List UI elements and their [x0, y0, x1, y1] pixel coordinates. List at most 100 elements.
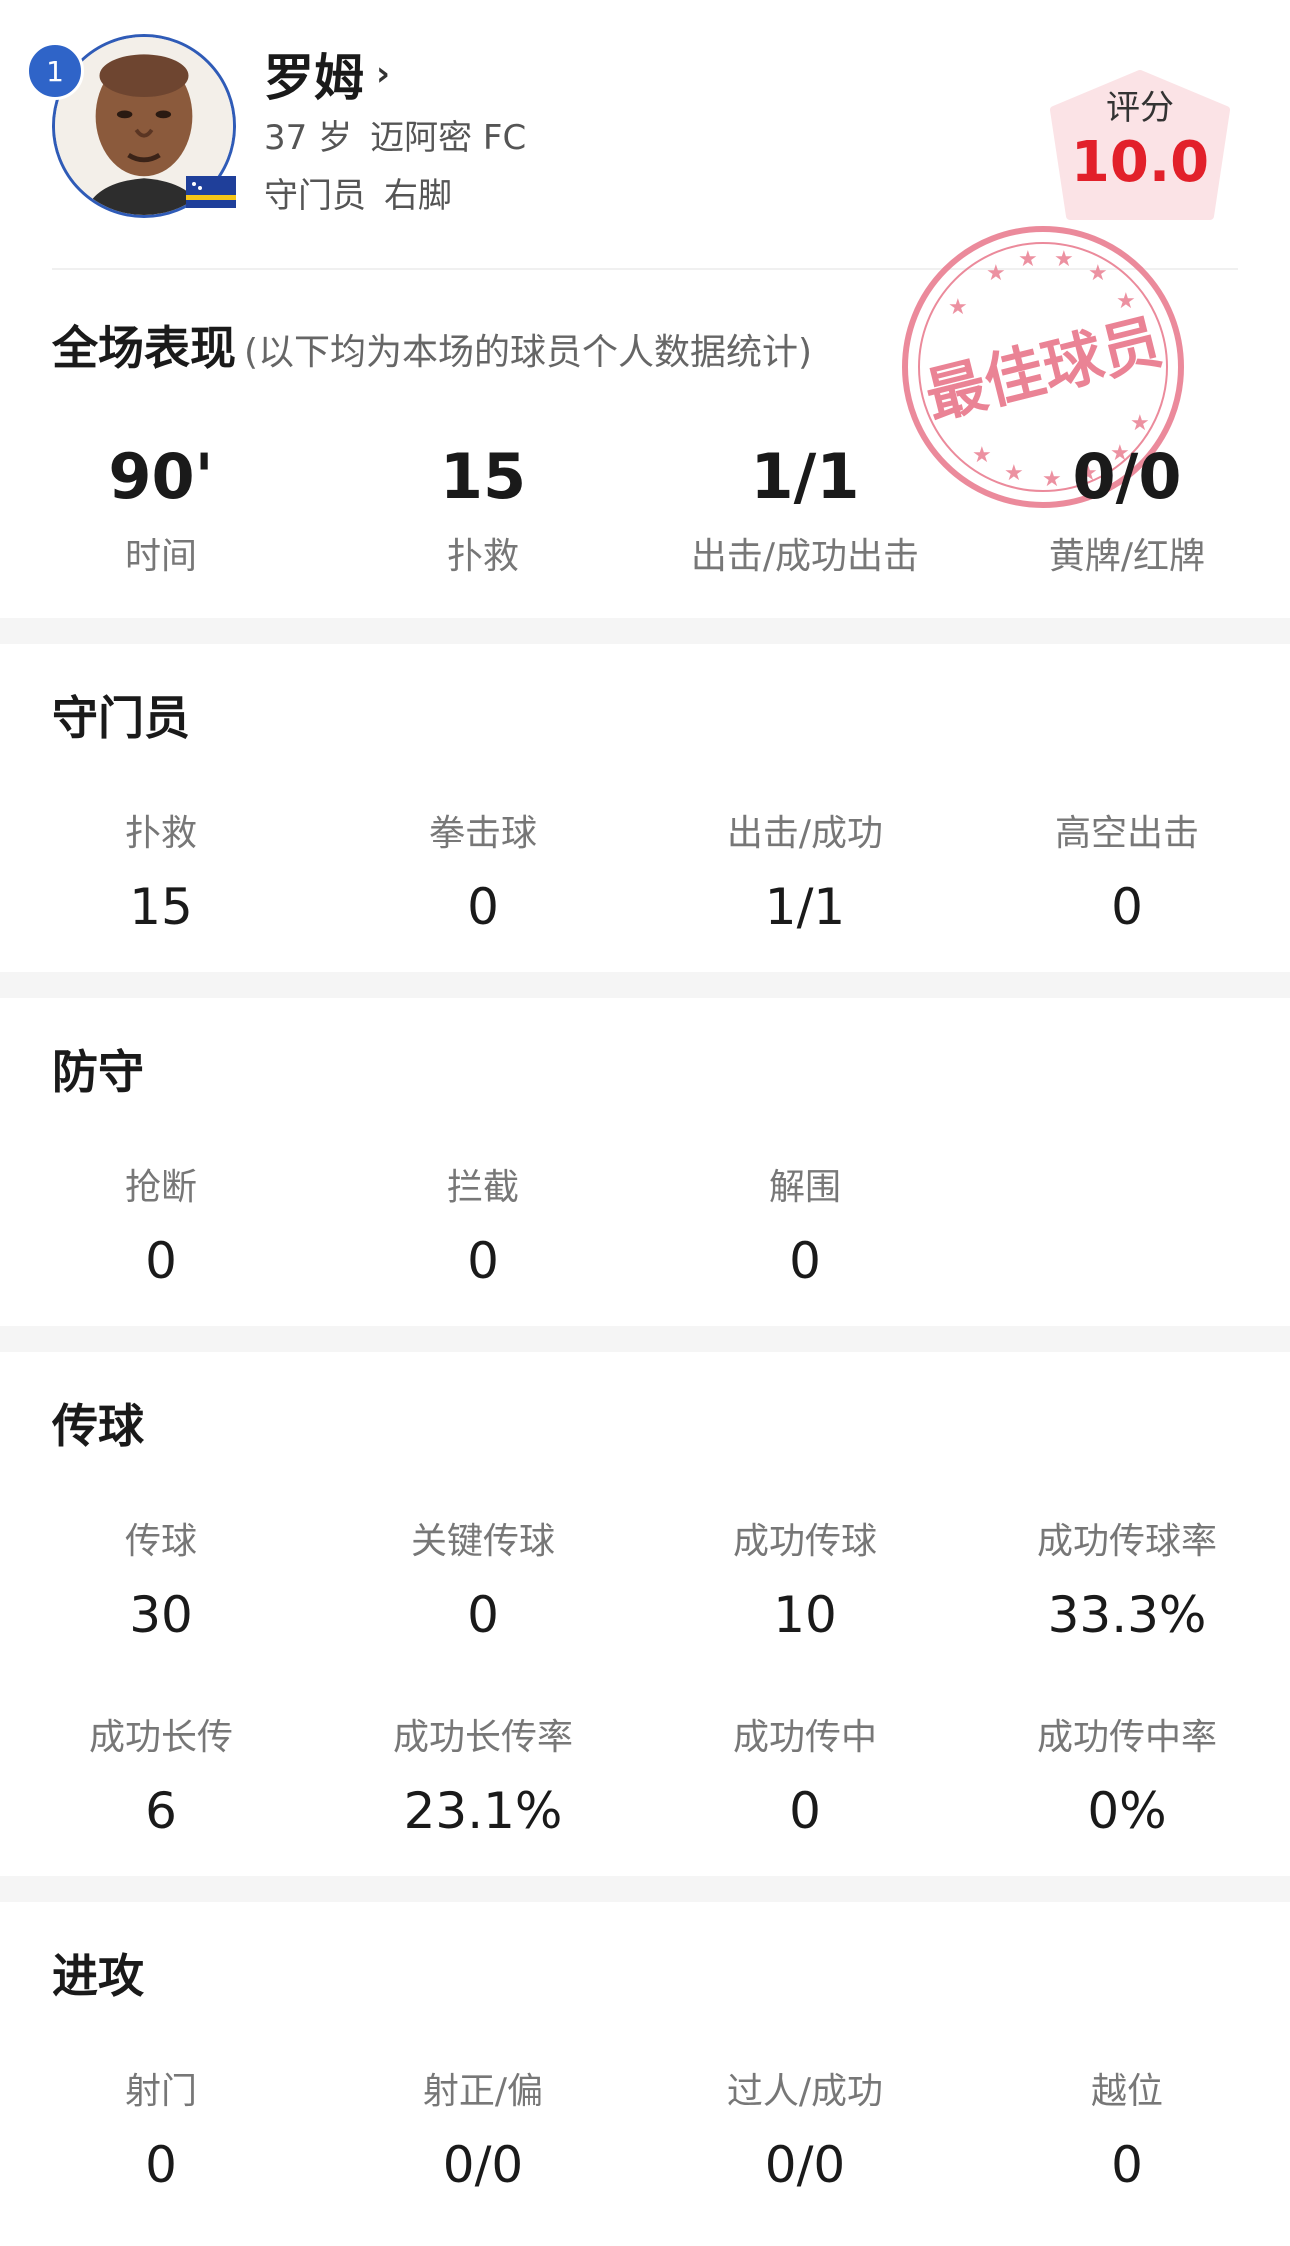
overall-stat-saves: 15 扑救 — [322, 440, 644, 579]
stat-label: 成功长传率 — [392, 1717, 573, 1758]
attack-section-title: 进攻 — [52, 1949, 144, 2003]
stat-value: 0 — [467, 1586, 499, 1644]
stat-value: 15 — [439, 440, 527, 513]
stat-value: 90' — [108, 440, 214, 513]
stat-value: 10 — [773, 1586, 837, 1644]
gk-stat-saves: 扑救 15 — [0, 804, 322, 936]
stat-value: 0/0 — [764, 2136, 846, 2194]
player-club: 迈阿密 FC — [370, 118, 527, 158]
pass-stat-cross-accuracy: 成功传中率 0% — [966, 1708, 1288, 1840]
overall-section-title: 全场表现 (以下均为本场的球员个人数据统计) — [52, 312, 812, 378]
stat-value: 0/0 — [442, 2136, 524, 2194]
stat-label: 扑救 — [446, 536, 519, 577]
stat-label: 解围 — [768, 1167, 841, 1208]
stat-label: 过人/成功 — [726, 2071, 884, 2112]
pass-stat-pass-accuracy: 成功传球率 33.3% — [966, 1512, 1288, 1644]
stat-label: 高空出击 — [1054, 813, 1199, 854]
stat-label: 越位 — [1090, 2071, 1163, 2112]
stat-label: 拳击球 — [428, 813, 537, 854]
stat-label: 射正/偏 — [422, 2071, 544, 2112]
att-stat-shots-on-off: 射正/偏 0/0 — [322, 2062, 644, 2194]
stat-label: 出击/成功出击 — [690, 536, 920, 577]
passing-section-title: 传球 — [52, 1399, 144, 1453]
pass-stat-long-ball-accuracy: 成功长传率 23.1% — [322, 1708, 644, 1840]
jersey-number-badge: 1 — [26, 42, 84, 100]
gk-stat-runs-out: 出击/成功 1/1 — [644, 804, 966, 936]
att-stat-dribbles: 过人/成功 0/0 — [644, 2062, 966, 2194]
stat-value: 1/1 — [750, 440, 860, 513]
stat-value: 23.1% — [403, 1782, 563, 1840]
rating-label: 评分 — [1106, 88, 1174, 128]
stat-value: 0 — [789, 1232, 821, 1290]
stat-label: 黄牌/红牌 — [1048, 536, 1206, 577]
section-separator — [0, 972, 1290, 998]
stat-label: 出击/成功 — [726, 813, 884, 854]
overall-stat-runs-out: 1/1 出击/成功出击 — [644, 440, 966, 579]
stat-label: 抢断 — [124, 1167, 197, 1208]
stat-label: 扑救 — [124, 813, 197, 854]
player-age: 37 岁 — [264, 118, 353, 158]
pass-stat-long-balls: 成功长传 6 — [0, 1708, 322, 1840]
overall-title: 全场表现 — [52, 321, 236, 375]
stat-value: 33.3% — [1047, 1586, 1207, 1644]
player-position: 守门员 — [264, 176, 366, 216]
goalkeeper-section-title: 守门员 — [52, 691, 190, 745]
svg-text:★: ★ — [1116, 289, 1136, 314]
def-stat-clearances: 解围 0 — [644, 1158, 966, 1290]
pass-stat-passes: 传球 30 — [0, 1512, 322, 1644]
overall-stat-cards: 0/0 黄牌/红牌 — [966, 440, 1288, 579]
stat-label: 时间 — [124, 536, 197, 577]
stat-value: 0 — [1111, 878, 1143, 936]
player-age-club: 37 岁迈阿密 FC — [264, 110, 526, 159]
svg-text:★: ★ — [1130, 411, 1150, 436]
rating-badge: 评分 10.0 — [1048, 70, 1232, 220]
pass-stat-successful-passes: 成功传球 10 — [644, 1512, 966, 1644]
stat-value: 30 — [129, 1586, 193, 1644]
section-separator — [0, 1326, 1290, 1352]
pass-stat-crosses: 成功传中 0 — [644, 1708, 966, 1840]
stat-value: 0 — [789, 1782, 821, 1840]
defense-section-title: 防守 — [52, 1045, 144, 1099]
stat-value: 0% — [1087, 1782, 1167, 1840]
svg-text:★: ★ — [986, 261, 1006, 286]
gk-stat-punches: 拳击球 0 — [322, 804, 644, 936]
stat-value: 6 — [145, 1782, 177, 1840]
stat-value: 0 — [145, 1232, 177, 1290]
stat-value: 15 — [129, 878, 193, 936]
section-separator — [0, 1876, 1290, 1902]
stat-label: 成功传球 — [732, 1521, 877, 1562]
svg-text:★: ★ — [1054, 247, 1074, 272]
player-name-link[interactable]: 罗姆 › — [264, 38, 390, 110]
stat-label: 成功传中 — [732, 1717, 877, 1758]
stat-value: 1/1 — [764, 878, 846, 936]
svg-text:★: ★ — [1018, 247, 1038, 272]
stat-value: 0 — [145, 2136, 177, 2194]
stat-label: 成功长传 — [88, 1717, 233, 1758]
player-foot: 右脚 — [384, 176, 452, 216]
pass-stat-key-passes: 关键传球 0 — [322, 1512, 644, 1644]
def-stat-interceptions: 拦截 0 — [322, 1158, 644, 1290]
stat-label: 成功传球率 — [1036, 1521, 1217, 1562]
player-position-foot: 守门员 右脚 — [264, 168, 452, 217]
country-flag-icon — [186, 176, 236, 208]
svg-text:★: ★ — [948, 295, 968, 320]
stat-label: 射门 — [124, 2071, 197, 2112]
rating-value: 10.0 — [1070, 130, 1210, 195]
stat-value: 0 — [467, 878, 499, 936]
overall-subtitle: (以下均为本场的球员个人数据统计) — [244, 332, 813, 373]
att-stat-shots: 射门 0 — [0, 2062, 322, 2194]
stat-label: 成功传中率 — [1036, 1717, 1217, 1758]
stat-label: 拦截 — [446, 1167, 519, 1208]
def-stat-tackles: 抢断 0 — [0, 1158, 322, 1290]
stat-value: 0 — [1111, 2136, 1143, 2194]
player-name: 罗姆 — [264, 49, 364, 107]
stat-label: 传球 — [124, 1521, 197, 1562]
chevron-right-icon: › — [376, 54, 391, 94]
stat-label: 关键传球 — [410, 1521, 555, 1562]
stat-value: 0 — [467, 1232, 499, 1290]
section-separator — [0, 618, 1290, 644]
gk-stat-high-claims: 高空出击 0 — [966, 804, 1288, 936]
overall-stat-time: 90' 时间 — [0, 440, 322, 579]
svg-text:★: ★ — [1088, 261, 1108, 286]
att-stat-offsides: 越位 0 — [966, 2062, 1288, 2194]
